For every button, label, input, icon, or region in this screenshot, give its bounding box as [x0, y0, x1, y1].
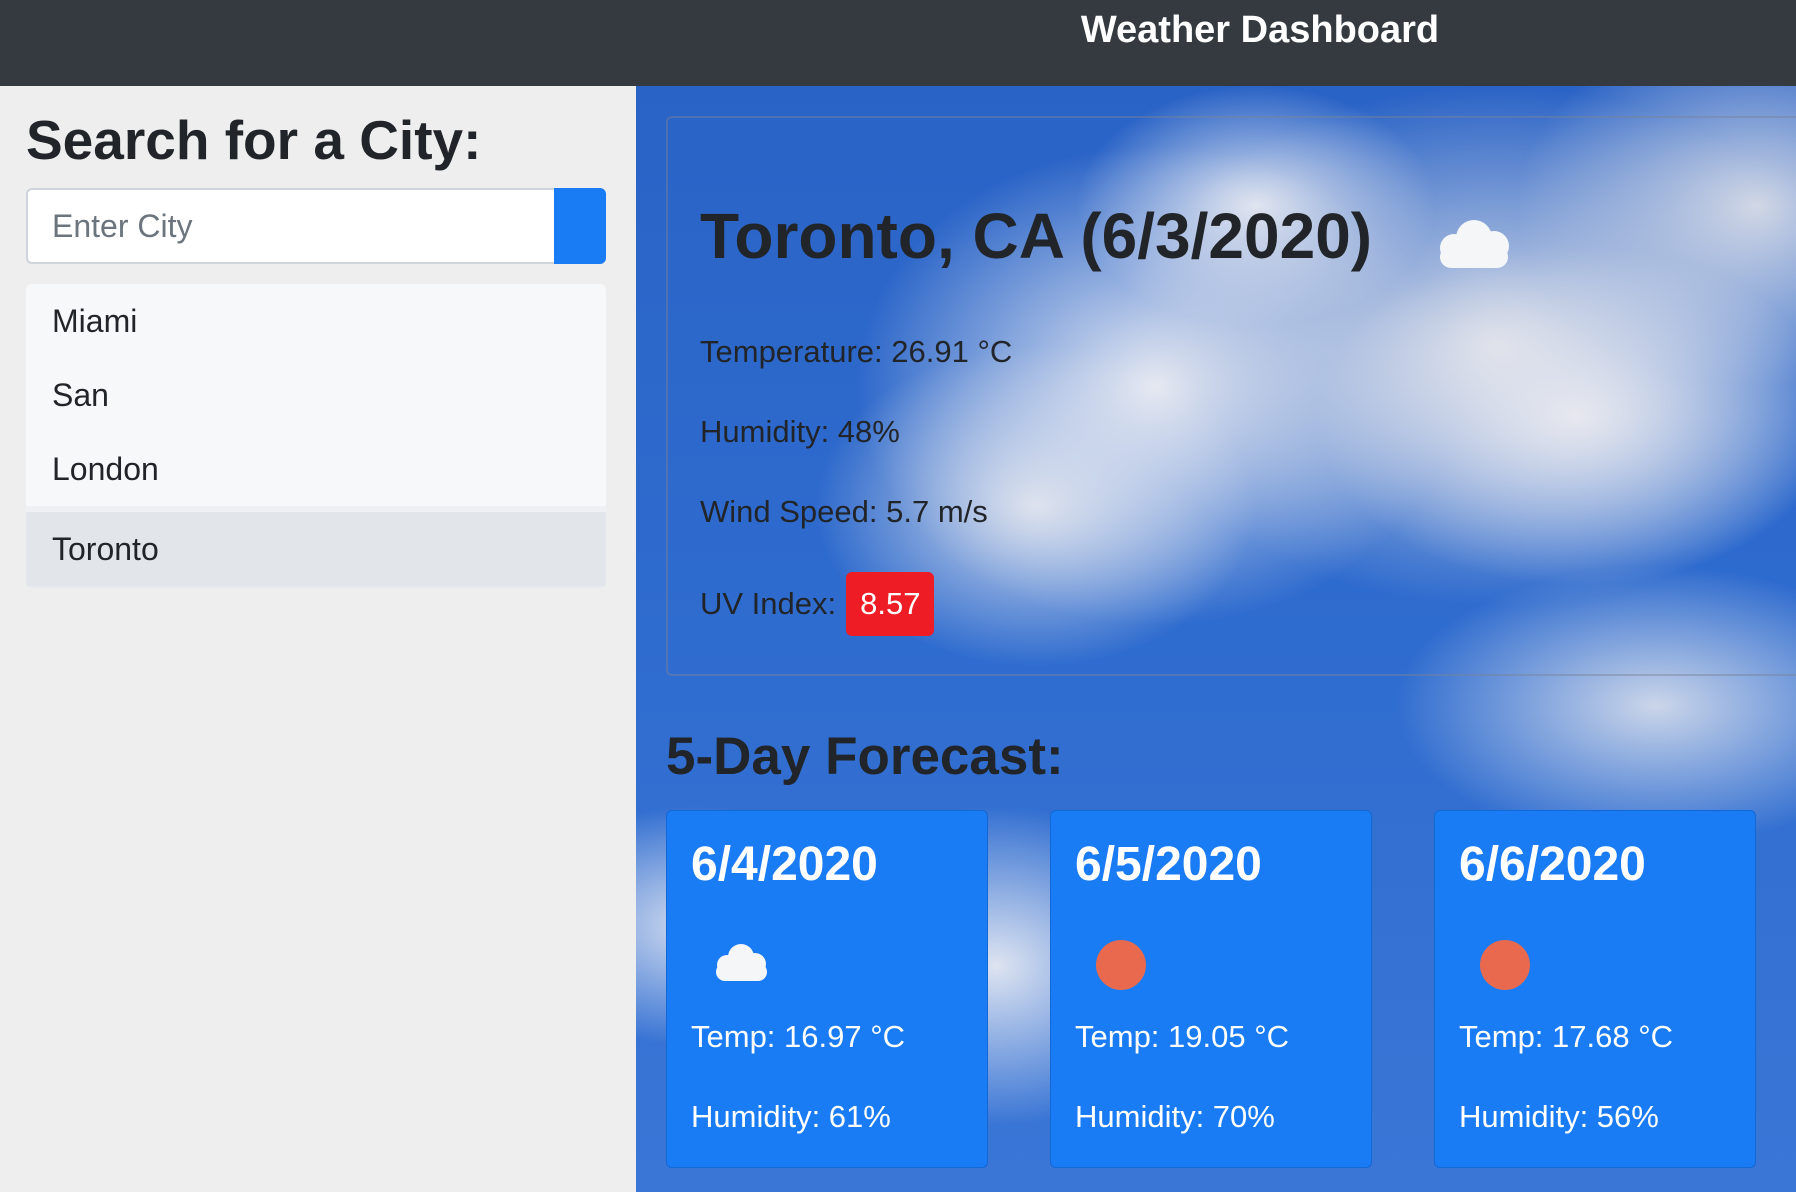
- uv-index-label: UV Index:: [700, 586, 837, 621]
- sun-icon: [1096, 940, 1146, 990]
- forecast-humidity: Humidity: 70%: [1075, 1099, 1275, 1134]
- history-item-miami[interactable]: Miami: [26, 284, 606, 358]
- forecast-temp: Temp: 19.05 °C: [1075, 1019, 1290, 1054]
- history-item-london[interactable]: London: [26, 432, 606, 506]
- forecast-humidity: Humidity: 56%: [1459, 1099, 1659, 1134]
- cloud-icon: [1440, 220, 1509, 268]
- search-history-list: Miami San London Toronto: [26, 284, 606, 588]
- city-search-input[interactable]: [26, 188, 554, 264]
- uv-index-row: UV Index: 8.57: [700, 572, 935, 636]
- app-title: Weather Dashboard: [1080, 9, 1440, 51]
- navbar: Weather Dashboard: [0, 0, 1796, 86]
- current-temperature: Temperature: 26.91 °C: [700, 334, 1013, 369]
- forecast-date: 6/6/2020: [1459, 838, 1646, 891]
- forecast-date: 6/4/2020: [691, 838, 878, 891]
- current-city-title: Toronto, CA (6/3/2020): [700, 200, 1373, 272]
- history-item-toronto[interactable]: Toronto: [26, 506, 606, 588]
- forecast-card: 6/4/2020 Temp: 16.97 °C Humidity: 61%: [666, 810, 988, 1168]
- forecast-temp: Temp: 16.97 °C: [691, 1019, 906, 1054]
- current-weather-card: Toronto, CA (6/3/2020) Temperature: 26.9…: [666, 116, 1796, 676]
- history-item-san[interactable]: San: [26, 358, 606, 432]
- search-heading: Search for a City:: [26, 109, 482, 171]
- current-humidity: Humidity: 48%: [700, 414, 900, 449]
- uv-index-badge: 8.57: [846, 572, 935, 636]
- main-content: Toronto, CA (6/3/2020) Temperature: 26.9…: [636, 86, 1796, 1192]
- sun-icon: [1480, 940, 1530, 990]
- forecast-card: 6/5/2020 Temp: 19.05 °C Humidity: 70%: [1050, 810, 1372, 1168]
- current-wind-speed: Wind Speed: 5.7 m/s: [700, 494, 988, 529]
- forecast-date: 6/5/2020: [1075, 838, 1262, 891]
- sidebar: Search for a City: Miami San London Toro…: [0, 86, 636, 1188]
- search-button[interactable]: [554, 188, 606, 264]
- forecast-card: 6/6/2020 Temp: 17.68 °C Humidity: 56%: [1434, 810, 1756, 1168]
- forecast-heading: 5-Day Forecast:: [666, 727, 1064, 786]
- forecast-humidity: Humidity: 61%: [691, 1099, 891, 1134]
- forecast-temp: Temp: 17.68 °C: [1459, 1019, 1674, 1054]
- cloud-icon: [716, 944, 767, 981]
- search-group: [26, 188, 606, 264]
